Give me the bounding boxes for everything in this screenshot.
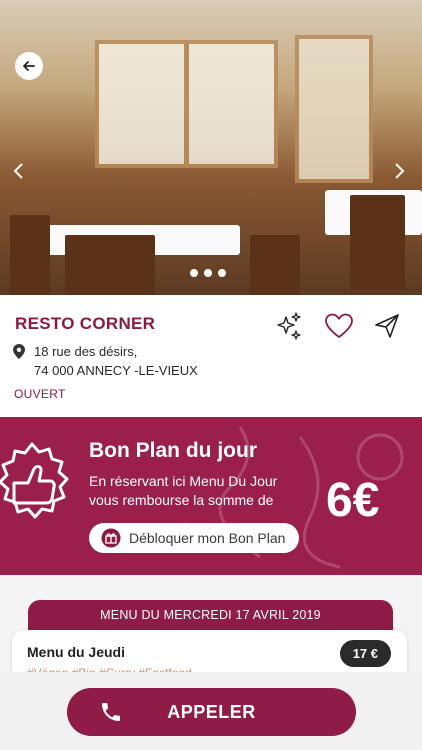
restaurant-address: 18 rue des désirs, 74 000 ANNECY -LE-VIE…: [34, 342, 198, 380]
restaurant-info: RESTO CORNER 18 rue des désirs, 74 000 A…: [0, 295, 422, 417]
send-icon[interactable]: [374, 313, 400, 339]
carousel-dot[interactable]: [218, 269, 226, 277]
chevron-right-icon[interactable]: [388, 160, 410, 182]
restaurant-photo-carousel[interactable]: [0, 0, 422, 295]
restaurant-name: RESTO CORNER: [15, 314, 156, 333]
address-line1: 18 rue des désirs,: [34, 344, 138, 359]
carousel-dot[interactable]: [190, 269, 198, 277]
unlock-deal-button[interactable]: Débloquer mon Bon Plan: [89, 523, 300, 553]
chevron-left-icon[interactable]: [8, 160, 30, 182]
photo-detail: [10, 215, 50, 295]
call-label: APPELER: [167, 701, 256, 722]
deal-text-line1: En réservant ici Menu Du Jour: [89, 473, 278, 489]
location-pin-icon: [13, 344, 25, 359]
unlock-deal-label: Débloquer mon Bon Plan: [129, 530, 286, 546]
menu-date-header: MENU DU MERCREDI 17 AVRIL 2019: [28, 600, 393, 630]
action-icons: [274, 311, 400, 341]
thumbs-up-badge-icon: [0, 442, 69, 519]
photo-detail: [350, 195, 405, 290]
carousel-pagination[interactable]: [190, 269, 226, 277]
back-button[interactable]: [15, 52, 43, 80]
heart-icon[interactable]: [324, 313, 354, 339]
photo-detail: [95, 40, 188, 168]
open-status: OUVERT: [14, 387, 66, 401]
photo-detail: [65, 235, 155, 295]
menu-item-price: 17 €: [339, 640, 391, 667]
photo-detail: [295, 35, 373, 183]
sparkles-icon[interactable]: [274, 311, 304, 341]
photo-detail: [250, 235, 300, 295]
deal-text-line2: vous rembourse la somme de: [89, 492, 274, 508]
deal-title: Bon Plan du jour: [89, 439, 257, 462]
phone-icon: [102, 703, 120, 721]
gift-icon: [101, 528, 121, 548]
deal-description: En réservant ici Menu Du Jour vous rembo…: [89, 472, 319, 510]
address-line2: 74 000 ANNECY -LE-VIEUX: [34, 363, 198, 378]
deal-amount: 6€: [326, 474, 380, 527]
carousel-dot[interactable]: [204, 269, 212, 277]
arrow-left-icon: [23, 61, 35, 71]
menu-item-name: Menu du Jeudi: [27, 644, 125, 660]
call-button[interactable]: APPELER: [67, 688, 356, 736]
photo-detail: [185, 40, 278, 168]
deal-banner: Bon Plan du jour En réservant ici Menu D…: [0, 417, 422, 575]
